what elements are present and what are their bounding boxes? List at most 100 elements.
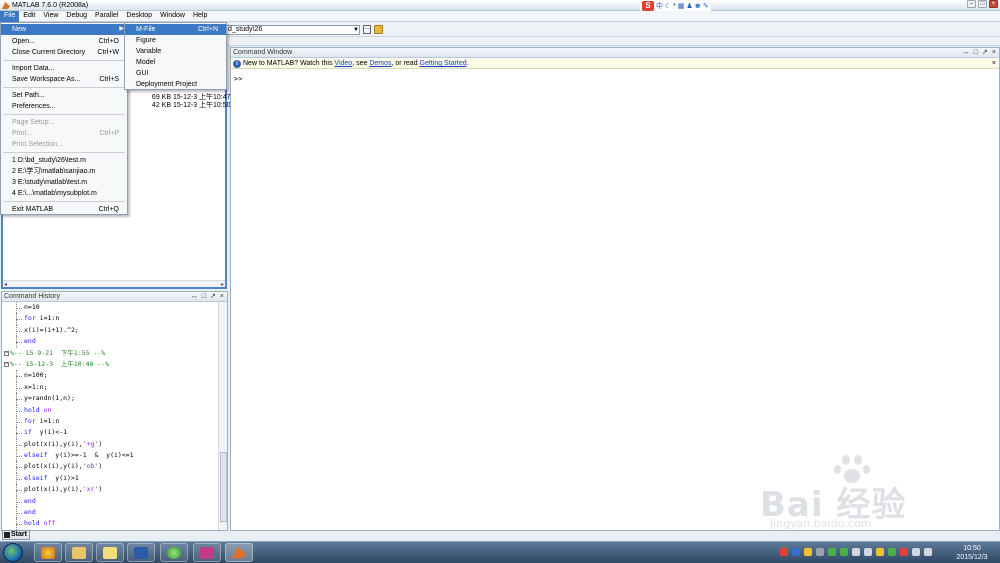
getting-started-link[interactable]: Getting Started [420, 60, 467, 67]
history-entry[interactable]: end [2, 495, 218, 508]
history-entry[interactable]: elseif y(i)>1 [2, 472, 218, 485]
menu-item-m-file[interactable]: M-File Ctrl+N [125, 24, 226, 35]
taskbar-app-matlab[interactable] [225, 543, 253, 562]
taskbar-app-paint[interactable] [193, 543, 221, 562]
sogou-tray-icon[interactable] [780, 548, 788, 556]
network-icon[interactable] [852, 548, 860, 556]
undock-icon[interactable]: ↗ [982, 48, 988, 58]
menu-item-new[interactable]: New ▶ [1, 24, 127, 35]
history-session-header[interactable]: − %-- 15-9-21 下午1:55 --% [2, 348, 218, 359]
history-entry[interactable]: if y(i)<-1 [2, 427, 218, 439]
taskbar-app-notes[interactable] [96, 543, 124, 562]
file-row[interactable]: 42 KB 15-12-3 上午10:50 [149, 102, 231, 110]
menu-item-deployment-project[interactable]: Deployment Project [125, 79, 226, 90]
wechat-tray-icon[interactable] [828, 548, 836, 556]
history-entry[interactable]: y=randn(1,n); [2, 393, 218, 405]
history-entry[interactable]: n=10 [2, 302, 218, 314]
maximize-icon[interactable]: □ [202, 292, 206, 302]
close-banner-icon[interactable]: × [992, 59, 996, 69]
taskbar-app-word[interactable] [127, 543, 155, 562]
history-entry[interactable]: plot(x(i),y(i),'xr') [2, 484, 218, 496]
action-center-icon[interactable] [912, 548, 920, 556]
matlab-start-button[interactable]: Start [2, 530, 30, 540]
sogou-ime-icon[interactable]: S [642, 0, 654, 11]
menu-item-recent-3[interactable]: 3 E:\study\matlab\test.m [1, 177, 127, 188]
horizontal-scrollbar[interactable]: ◂ ▸ [3, 280, 225, 288]
taskbar-app-explorer[interactable] [65, 543, 93, 562]
menu-view[interactable]: View [39, 11, 62, 22]
history-entry[interactable]: x(i)=(i+1).^2; [2, 324, 218, 337]
menu-debug[interactable]: Debug [62, 11, 91, 22]
tray-app-icon[interactable] [804, 548, 812, 556]
ime-user-icon[interactable]: ♟ [686, 2, 692, 10]
history-entry[interactable]: for i=1:n [2, 313, 218, 325]
menu-item-recent-2[interactable]: 2 E:\学习\matlab\sanjiao.m [1, 166, 127, 177]
vertical-scrollbar[interactable] [218, 302, 227, 530]
menu-item-exit[interactable]: Exit MATLAB Ctrl+Q [1, 204, 127, 215]
menu-desktop[interactable]: Desktop [122, 11, 156, 22]
history-entry[interactable]: hold off [2, 518, 218, 530]
menu-parallel[interactable]: Parallel [91, 11, 122, 22]
menu-item-recent-1[interactable]: 1 D:\bd_study\26\test.m [1, 155, 127, 166]
close-icon[interactable]: × [989, 0, 998, 8]
current-directory-field[interactable]: d_study\26 [226, 25, 360, 35]
history-entry[interactable]: elseif y(i)>=-1 & y(i)<=1 [2, 450, 218, 462]
menu-item-open[interactable]: Open... Ctrl+O [1, 36, 127, 47]
menu-item-figure[interactable]: Figure [125, 35, 226, 46]
menu-item-save-workspace[interactable]: Save Workspace As... Ctrl+S [1, 74, 127, 85]
menu-item-gui[interactable]: GUI [125, 68, 226, 79]
collapse-icon[interactable]: − [4, 350, 9, 356]
maximize-icon[interactable]: □ [974, 48, 978, 58]
tray-app-icon[interactable] [924, 548, 932, 556]
collapse-icon[interactable]: − [4, 361, 9, 367]
menu-item-import-data[interactable]: Import Data... [1, 63, 127, 74]
volume-icon[interactable] [864, 548, 872, 556]
taskbar-app-browser[interactable] [34, 543, 62, 562]
demos-link[interactable]: Demos [369, 60, 391, 67]
history-entry[interactable]: end [2, 507, 218, 519]
menu-window[interactable]: Window [156, 11, 189, 22]
history-entry[interactable]: hold on [2, 404, 218, 416]
menu-edit[interactable]: Edit [19, 11, 39, 22]
history-entry[interactable]: end [2, 336, 218, 348]
scroll-right-icon[interactable]: ▸ [221, 281, 224, 288]
history-entry[interactable]: n=100; [2, 370, 218, 382]
scroll-thumb[interactable] [220, 452, 227, 522]
dock-arrows-icon[interactable]: ↔ [191, 292, 198, 302]
close-icon[interactable]: × [220, 292, 224, 302]
history-entry[interactable]: for i=1:n [2, 415, 218, 428]
history-entry[interactable]: x=1:n; [2, 381, 218, 394]
tray-app-icon[interactable] [900, 548, 908, 556]
menu-item-variable[interactable]: Variable [125, 46, 226, 57]
tray-app-icon[interactable] [816, 548, 824, 556]
menu-help[interactable]: Help [189, 11, 211, 22]
tray-app-icon[interactable] [876, 548, 884, 556]
ime-keyboard-icon[interactable]: ▦ [678, 2, 685, 10]
up-folder-icon[interactable] [374, 25, 383, 34]
taskbar-app-360[interactable] [160, 543, 188, 562]
ime-skin-icon[interactable]: ♚ [695, 2, 701, 10]
close-icon[interactable]: × [992, 48, 996, 58]
menu-file[interactable]: File [0, 11, 20, 22]
maximize-icon[interactable]: □ [978, 0, 987, 8]
video-link[interactable]: Video [334, 60, 352, 67]
tray-app-icon[interactable] [840, 548, 848, 556]
ime-toolbar[interactable]: S 中 ☾ • ▦ ♟ ♚ ✎ [640, 0, 711, 11]
ime-punct-icon[interactable]: • [673, 2, 675, 9]
undock-icon[interactable]: ↗ [210, 292, 216, 302]
menu-item-recent-4[interactable]: 4 E:\...\matlab\mysubplot.m [1, 188, 127, 199]
history-session-header[interactable]: − %-- 15-12-3 上午10:48 --% [2, 359, 218, 370]
command-prompt[interactable]: >> [234, 75, 242, 83]
file-row[interactable]: 69 KB 15-12-3 上午10:47 [149, 94, 231, 102]
menu-item-close-current-directory[interactable]: Close Current Directory Ctrl+W [1, 47, 127, 58]
menu-item-set-path[interactable]: Set Path... [1, 90, 127, 101]
menu-item-model[interactable]: Model [125, 57, 226, 68]
dock-arrows-icon[interactable]: ↔ [963, 48, 970, 58]
tray-app-icon[interactable] [888, 548, 896, 556]
ime-moon-icon[interactable]: ☾ [665, 2, 671, 10]
tray-app-icon[interactable] [792, 548, 800, 556]
taskbar-clock[interactable]: 10:50 2015/12/3 [954, 544, 990, 562]
ime-tools-icon[interactable]: ✎ [703, 2, 709, 10]
browse-folder-button[interactable]: … [363, 25, 371, 34]
ime-mode-label[interactable]: 中 [656, 1, 663, 11]
